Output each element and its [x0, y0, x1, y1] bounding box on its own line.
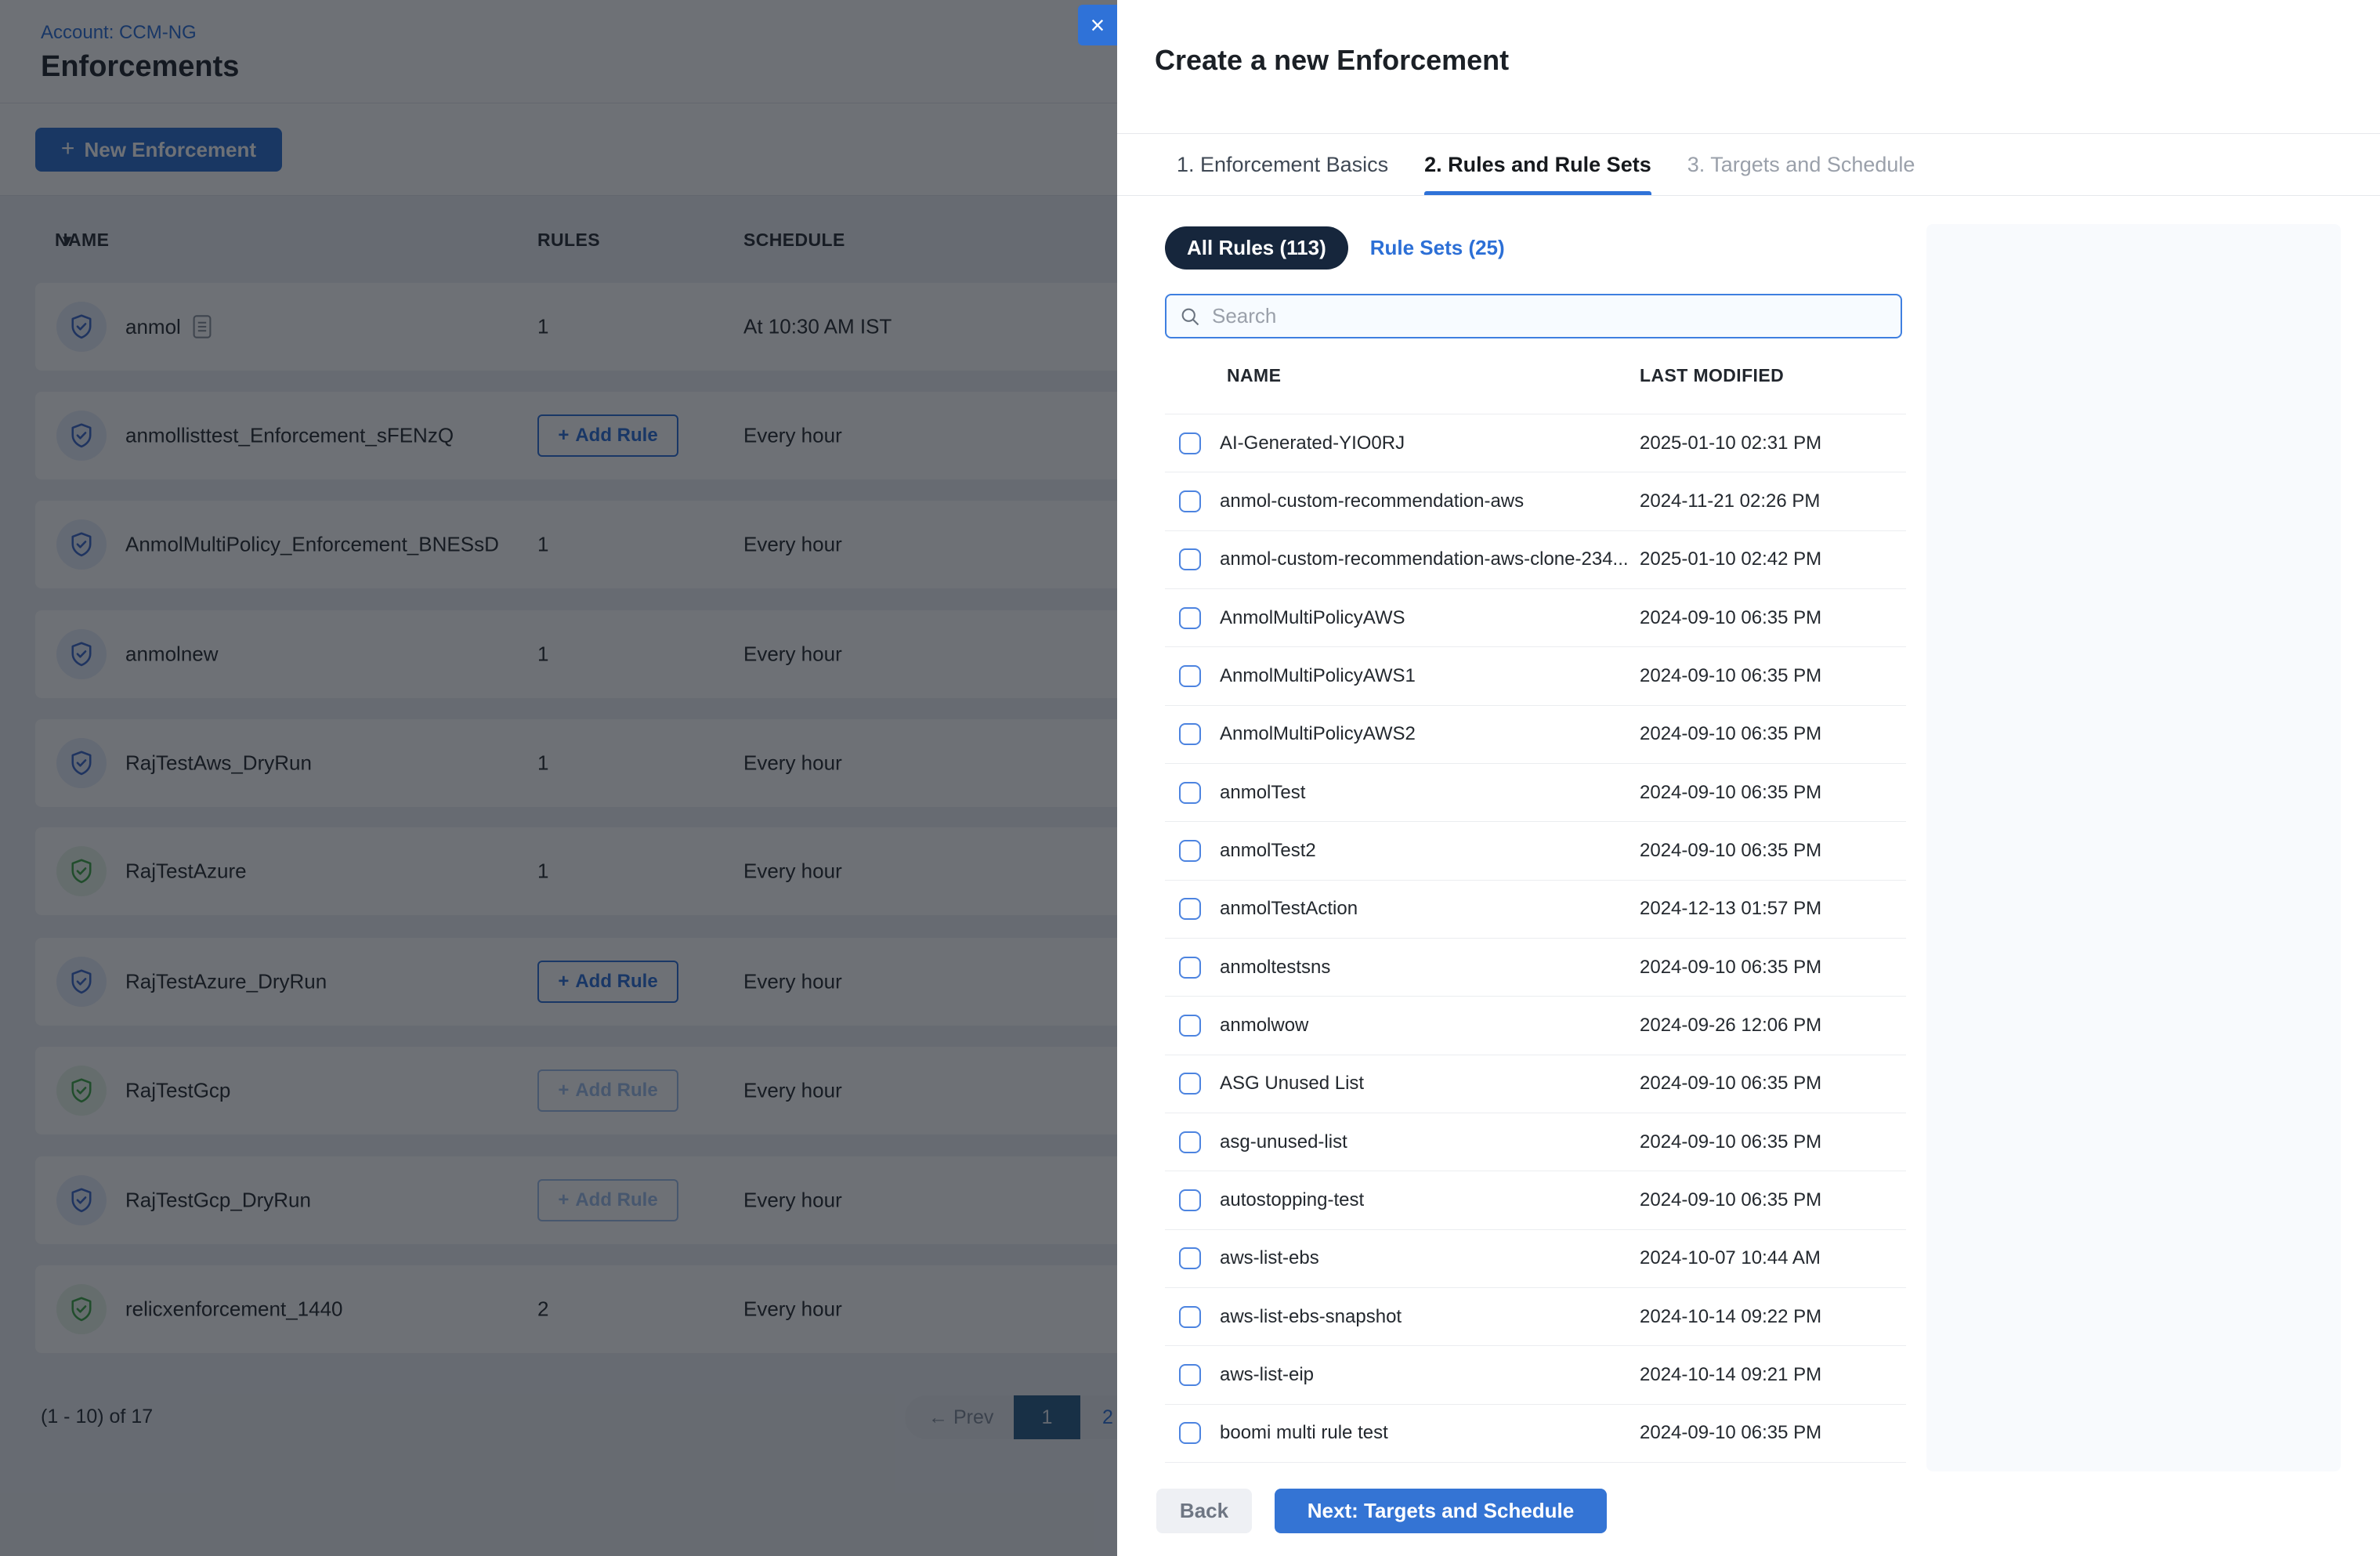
rule-checkbox[interactable]: [1179, 1189, 1201, 1211]
wizard-tab-3: 3. Targets and Schedule: [1687, 152, 1915, 176]
rule-last-modified: 2024-12-13 01:57 PM: [1640, 898, 1822, 920]
drawer-title: Create a new Enforcement: [1155, 44, 1510, 76]
rule-checkbox[interactable]: [1179, 839, 1201, 862]
rule-row[interactable]: AnmolMultiPolicyAWS 2024-09-10 06:35 PM: [1165, 589, 1906, 648]
rule-name: anmolTest: [1220, 781, 1306, 803]
rule-last-modified: 2024-09-10 06:35 PM: [1640, 606, 1822, 628]
rule-row[interactable]: aws-list-ebs-snapshot 2024-10-14 09:22 PM: [1165, 1288, 1906, 1347]
rule-row[interactable]: aws-list-ebs 2024-10-07 10:44 AM: [1165, 1230, 1906, 1288]
all-rules-filter[interactable]: All Rules (113): [1165, 226, 1348, 270]
rule-name: autostopping-test: [1220, 1189, 1365, 1210]
rule-checkbox[interactable]: [1179, 1073, 1201, 1095]
next-targets-schedule-button[interactable]: Next: Targets and Schedule: [1275, 1489, 1607, 1533]
rule-row[interactable]: anmolTestAction 2024-12-13 01:57 PM: [1165, 881, 1906, 939]
rule-name: aws-list-eip: [1220, 1363, 1315, 1385]
close-icon: ×: [1090, 11, 1105, 39]
back-button[interactable]: Back: [1156, 1489, 1252, 1533]
rule-row[interactable]: ASG Unused List 2024-09-10 06:35 PM: [1165, 1055, 1906, 1113]
rule-name: aws-list-ebs: [1220, 1247, 1319, 1269]
rules-column-name: NAME: [1227, 365, 1282, 385]
rule-row[interactable]: anmolwow 2024-09-26 12:06 PM: [1165, 997, 1906, 1055]
rules-table-header: NAME LAST MODIFIED: [1165, 365, 1906, 389]
rule-filters: All Rules (113) Rule Sets (25): [1165, 226, 1505, 270]
rule-name: anmolwow: [1220, 1014, 1309, 1036]
rule-name: AI-Generated-YIO0RJ: [1220, 432, 1405, 454]
rule-name: boomi multi rule test: [1220, 1422, 1388, 1444]
rule-row[interactable]: aws-list-eip 2024-10-14 09:21 PM: [1165, 1346, 1906, 1405]
rule-name: anmol-custom-recommendation-aws-clone-23…: [1220, 548, 1629, 570]
rule-last-modified: 2024-09-10 06:35 PM: [1640, 1189, 1822, 1210]
wizard-tab-2[interactable]: 2. Rules and Rule Sets: [1424, 134, 1651, 195]
rules-table: AI-Generated-YIO0RJ 2025-01-10 02:31 PM an…: [1165, 414, 1906, 1463]
rule-last-modified: 2024-09-10 06:35 PM: [1640, 664, 1822, 686]
rule-last-modified: 2024-09-10 06:35 PM: [1640, 781, 1822, 803]
rule-row[interactable]: boomi multi rule test 2024-09-10 06:35 PM: [1165, 1405, 1906, 1463]
rules-column-last-modified: LAST MODIFIED: [1640, 365, 1785, 385]
rule-row[interactable]: anmoltestsns 2024-09-10 06:35 PM: [1165, 939, 1906, 997]
rule-checkbox[interactable]: [1179, 1131, 1201, 1153]
rule-checkbox[interactable]: [1179, 723, 1201, 746]
rule-name: asg-unused-list: [1220, 1131, 1347, 1153]
rule-checkbox[interactable]: [1179, 1014, 1201, 1037]
rule-checkbox[interactable]: [1179, 898, 1201, 921]
rule-row[interactable]: anmol-custom-recommendation-aws-clone-23…: [1165, 531, 1906, 589]
search-icon: [1179, 306, 1201, 327]
rule-row[interactable]: AnmolMultiPolicyAWS1 2024-09-10 06:35 PM: [1165, 647, 1906, 706]
rule-checkbox[interactable]: [1179, 606, 1201, 629]
rule-name: anmolTest2: [1220, 839, 1316, 861]
create-enforcement-drawer: × Create a new Enforcement 1. Enforcemen…: [1078, 0, 2380, 1556]
rule-checkbox[interactable]: [1179, 1305, 1201, 1328]
wizard-tab-1[interactable]: 1. Enforcement Basics: [1177, 134, 1388, 195]
rule-name: AnmolMultiPolicyAWS: [1220, 606, 1405, 628]
rule-name: anmoltestsns: [1220, 956, 1331, 978]
rule-last-modified: 2024-09-26 12:06 PM: [1640, 1014, 1822, 1036]
rule-row[interactable]: AI-Generated-YIO0RJ 2025-01-10 02:31 PM: [1165, 414, 1906, 473]
rule-row[interactable]: anmol-custom-recommendation-aws 2024-11-2…: [1165, 472, 1906, 531]
rule-row[interactable]: autostopping-test 2024-09-10 06:35 PM: [1165, 1171, 1906, 1230]
rule-row[interactable]: anmolTest2 2024-09-10 06:35 PM: [1165, 822, 1906, 881]
rule-checkbox[interactable]: [1179, 1247, 1201, 1270]
rule-last-modified: 2024-09-10 06:35 PM: [1640, 1131, 1822, 1153]
rule-last-modified: 2024-10-14 09:22 PM: [1640, 1305, 1822, 1327]
wizard-tabs: 1. Enforcement Basics 2. Rules and Rule S…: [1117, 133, 2380, 196]
search-box: [1165, 294, 1902, 338]
rule-last-modified: 2024-10-14 09:21 PM: [1640, 1363, 1822, 1385]
rule-checkbox[interactable]: [1179, 432, 1201, 454]
rule-checkbox[interactable]: [1179, 664, 1201, 687]
rule-last-modified: 2024-09-10 06:35 PM: [1640, 1073, 1822, 1095]
rule-name: AnmolMultiPolicyAWS2: [1220, 723, 1416, 745]
rule-last-modified: 2024-09-10 06:35 PM: [1640, 956, 1822, 978]
rule-name: aws-list-ebs-snapshot: [1220, 1305, 1402, 1327]
rule-last-modified: 2024-09-10 06:35 PM: [1640, 839, 1822, 861]
rule-row[interactable]: anmolTest 2024-09-10 06:35 PM: [1165, 764, 1906, 823]
selected-rules-preview-panel: [1926, 224, 2341, 1471]
rule-row[interactable]: AnmolMultiPolicyAWS2 2024-09-10 06:35 PM: [1165, 706, 1906, 764]
rule-sets-filter[interactable]: Rule Sets (25): [1370, 236, 1505, 260]
rule-last-modified: 2024-10-07 10:44 AM: [1640, 1247, 1821, 1269]
rule-checkbox[interactable]: [1179, 781, 1201, 804]
rule-last-modified: 2025-01-10 02:31 PM: [1640, 432, 1822, 454]
rule-name: AnmolMultiPolicyAWS1: [1220, 664, 1416, 686]
rule-last-modified: 2024-09-10 06:35 PM: [1640, 1422, 1822, 1444]
rule-checkbox[interactable]: [1179, 490, 1201, 512]
rule-checkbox[interactable]: [1179, 1422, 1201, 1445]
search-input[interactable]: [1212, 304, 1888, 328]
rule-name: anmol-custom-recommendation-aws: [1220, 490, 1525, 512]
rule-name: ASG Unused List: [1220, 1073, 1365, 1095]
rule-name: anmolTestAction: [1220, 898, 1358, 920]
rule-row[interactable]: asg-unused-list 2024-09-10 06:35 PM: [1165, 1113, 1906, 1172]
rule-last-modified: 2024-11-21 02:26 PM: [1640, 490, 1821, 512]
rule-checkbox[interactable]: [1179, 548, 1201, 571]
modal-dim-overlay: [0, 0, 1117, 1556]
rule-last-modified: 2024-09-10 06:35 PM: [1640, 723, 1822, 745]
rule-last-modified: 2025-01-10 02:42 PM: [1640, 548, 1822, 570]
rule-checkbox[interactable]: [1179, 956, 1201, 979]
rule-checkbox[interactable]: [1179, 1363, 1201, 1386]
close-button[interactable]: ×: [1078, 5, 1117, 45]
